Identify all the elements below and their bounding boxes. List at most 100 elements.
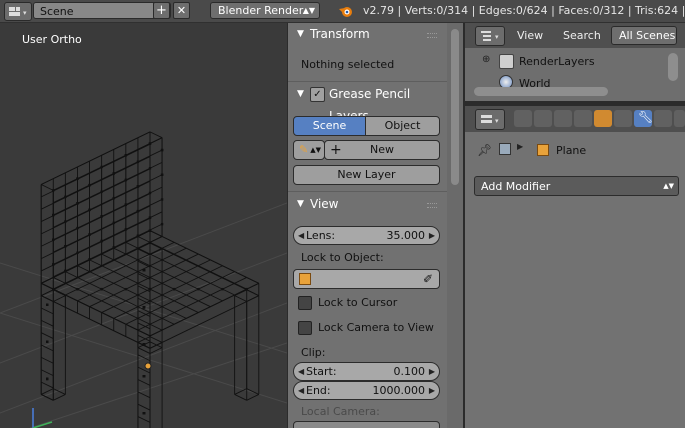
display-mode-select[interactable]: All Scenes [611, 26, 677, 45]
properties-icon: ▾ [481, 115, 499, 125]
object-cube-icon [299, 273, 311, 285]
new-grease-pencil-button[interactable]: + New [324, 140, 440, 160]
increment-arrow-icon[interactable]: ▶ [429, 363, 435, 380]
add-modifier-dropdown[interactable]: Add Modifier ▲▼ [474, 176, 679, 196]
nothing-selected-text: Nothing selected [301, 58, 395, 71]
decrement-arrow-icon[interactable]: ◀ [298, 382, 304, 399]
local-camera-field[interactable] [293, 421, 440, 428]
lock-to-object-label: Lock to Object: [301, 251, 384, 264]
render-tab-icon[interactable] [514, 110, 532, 127]
local-camera-label: Local Camera: [301, 405, 380, 418]
right-editors: ▾ View Search All Scenes ⊕ RenderLayers … [465, 23, 685, 428]
clip-end-field[interactable]: ◀ End: 1000.000 ▶ [293, 381, 440, 400]
drag-grip-icon[interactable] [427, 203, 437, 208]
decrement-arrow-icon[interactable]: ◀ [298, 227, 304, 244]
object-cube-icon [537, 144, 549, 156]
render-engine-select[interactable]: Blender Render ▲▼ [210, 2, 320, 19]
outliner-editor-type-button[interactable]: ▾ [475, 26, 505, 46]
panel-separator [288, 81, 447, 82]
collapse-triangle-icon: ▼ [297, 89, 304, 99]
add-scene-button[interactable]: + [153, 2, 170, 19]
outliner-search-menu[interactable]: Search [563, 27, 601, 44]
world-tab-icon[interactable] [574, 110, 592, 127]
lens-label: Lens: [306, 229, 336, 242]
transform-title: Transform [310, 27, 370, 41]
end-label: End: [306, 384, 331, 397]
clip-start-field[interactable]: ◀ Start: 0.100 ▶ [293, 362, 440, 381]
view-title: View [310, 197, 339, 211]
object-tab-icon[interactable] [594, 110, 612, 127]
increment-arrow-icon[interactable]: ▶ [429, 382, 435, 399]
properties-shelf: ▼ Transform Nothing selected ▼ ✓ Grease … [287, 23, 447, 428]
scene-tab-icon[interactable] [554, 110, 572, 127]
eyedropper-icon[interactable]: ✐ [423, 270, 433, 288]
object-tab[interactable]: Object [365, 116, 440, 136]
lens-field[interactable]: ◀ Lens: 35.000 ▶ [293, 226, 440, 245]
breadcrumb-object-name: Plane [556, 144, 587, 157]
editor-type-icon: ▾ [9, 7, 27, 17]
lens-value: 35.000 [386, 229, 426, 242]
scene-name-field[interactable]: Scene [33, 2, 171, 19]
updown-icon: ▲▼ [302, 6, 315, 15]
vertical-scrollbar[interactable] [668, 53, 678, 81]
collapse-triangle-icon: ▼ [297, 199, 304, 209]
render-layers-tab-icon[interactable] [534, 110, 552, 127]
data-tab-icon[interactable] [654, 110, 672, 127]
material-tab-icon[interactable] [674, 110, 685, 127]
new-label: New [370, 143, 394, 156]
blender-logo-icon [339, 7, 352, 17]
updown-icon: ▲▼ [310, 146, 321, 154]
view-mode-label: User Ortho [22, 33, 82, 46]
properties-header: ▾ 🔧︎ [465, 106, 685, 132]
svg-text:▾: ▾ [495, 33, 499, 41]
editor-type-button[interactable]: ▾ [4, 2, 32, 21]
shelf-scrollbar[interactable] [447, 23, 463, 428]
3d-cursor-icon [144, 362, 152, 370]
outliner[interactable]: ▾ View Search All Scenes ⊕ RenderLayers … [465, 23, 685, 101]
outliner-item[interactable]: ⊕ RenderLayers [465, 53, 675, 73]
render-engine-label: Blender Render [218, 4, 304, 17]
start-label: Start: [306, 365, 337, 378]
outliner-item-label: RenderLayers [519, 55, 595, 68]
render-layers-icon [499, 54, 514, 69]
end-value: 1000.000 [372, 384, 426, 397]
pin-icon[interactable]: 📌︎ [477, 143, 492, 157]
grease-pencil-panel-header[interactable]: ▼ ✓ Grease Pencil Layers [288, 83, 447, 123]
axis-gizmo-icon [32, 408, 53, 428]
lock-to-cursor-checkbox[interactable] [298, 296, 312, 310]
delete-scene-button[interactable]: ✕ [173, 2, 190, 19]
drag-grip-icon[interactable] [427, 33, 437, 38]
lock-to-cursor-label: Lock to Cursor [318, 296, 398, 309]
scrollbar-thumb[interactable] [451, 29, 459, 185]
outliner-icon: ▾ [481, 31, 499, 41]
horizontal-scrollbar[interactable] [474, 87, 608, 96]
svg-text:▾: ▾ [495, 117, 499, 125]
pencil-data-select[interactable]: ✎ ▲▼ [293, 140, 325, 160]
3d-viewport[interactable]: User Ortho [0, 23, 287, 428]
grease-pencil-checkbox[interactable]: ✓ [310, 87, 325, 102]
lock-object-field[interactable]: ✐ [293, 269, 440, 289]
decrement-arrow-icon[interactable]: ◀ [298, 363, 304, 380]
scene-statistics: v2.79 | Verts:0/314 | Edges:0/624 | Face… [363, 4, 685, 17]
svg-text:▾: ▾ [23, 9, 27, 17]
expand-icon[interactable]: ⊕ [482, 54, 490, 65]
collapse-triangle-icon: ▼ [297, 29, 304, 39]
view-panel-header[interactable]: ▼ View [288, 193, 447, 215]
lock-camera-checkbox[interactable] [298, 321, 312, 335]
start-value: 0.100 [393, 365, 426, 378]
new-layer-button[interactable]: New Layer [293, 165, 440, 185]
transform-panel-header[interactable]: ▼ Transform [288, 23, 447, 45]
add-modifier-label: Add Modifier [481, 180, 551, 193]
clip-label: Clip: [301, 346, 326, 359]
constraints-tab-icon[interactable] [614, 110, 632, 127]
outliner-header: ▾ View Search All Scenes [465, 23, 685, 48]
outliner-view-menu[interactable]: View [517, 27, 543, 44]
pencil-icon: ✎ [299, 143, 309, 156]
modifiers-wrench-icon[interactable]: 🔧︎ [634, 110, 653, 127]
breadcrumb-arrow-icon: ▶ [517, 142, 524, 151]
scene-tab[interactable]: Scene [293, 116, 366, 136]
increment-arrow-icon[interactable]: ▶ [429, 227, 435, 244]
plus-icon: + [330, 142, 342, 158]
viewport-canvas[interactable] [0, 23, 287, 428]
properties-editor-type-button[interactable]: ▾ [475, 109, 505, 130]
